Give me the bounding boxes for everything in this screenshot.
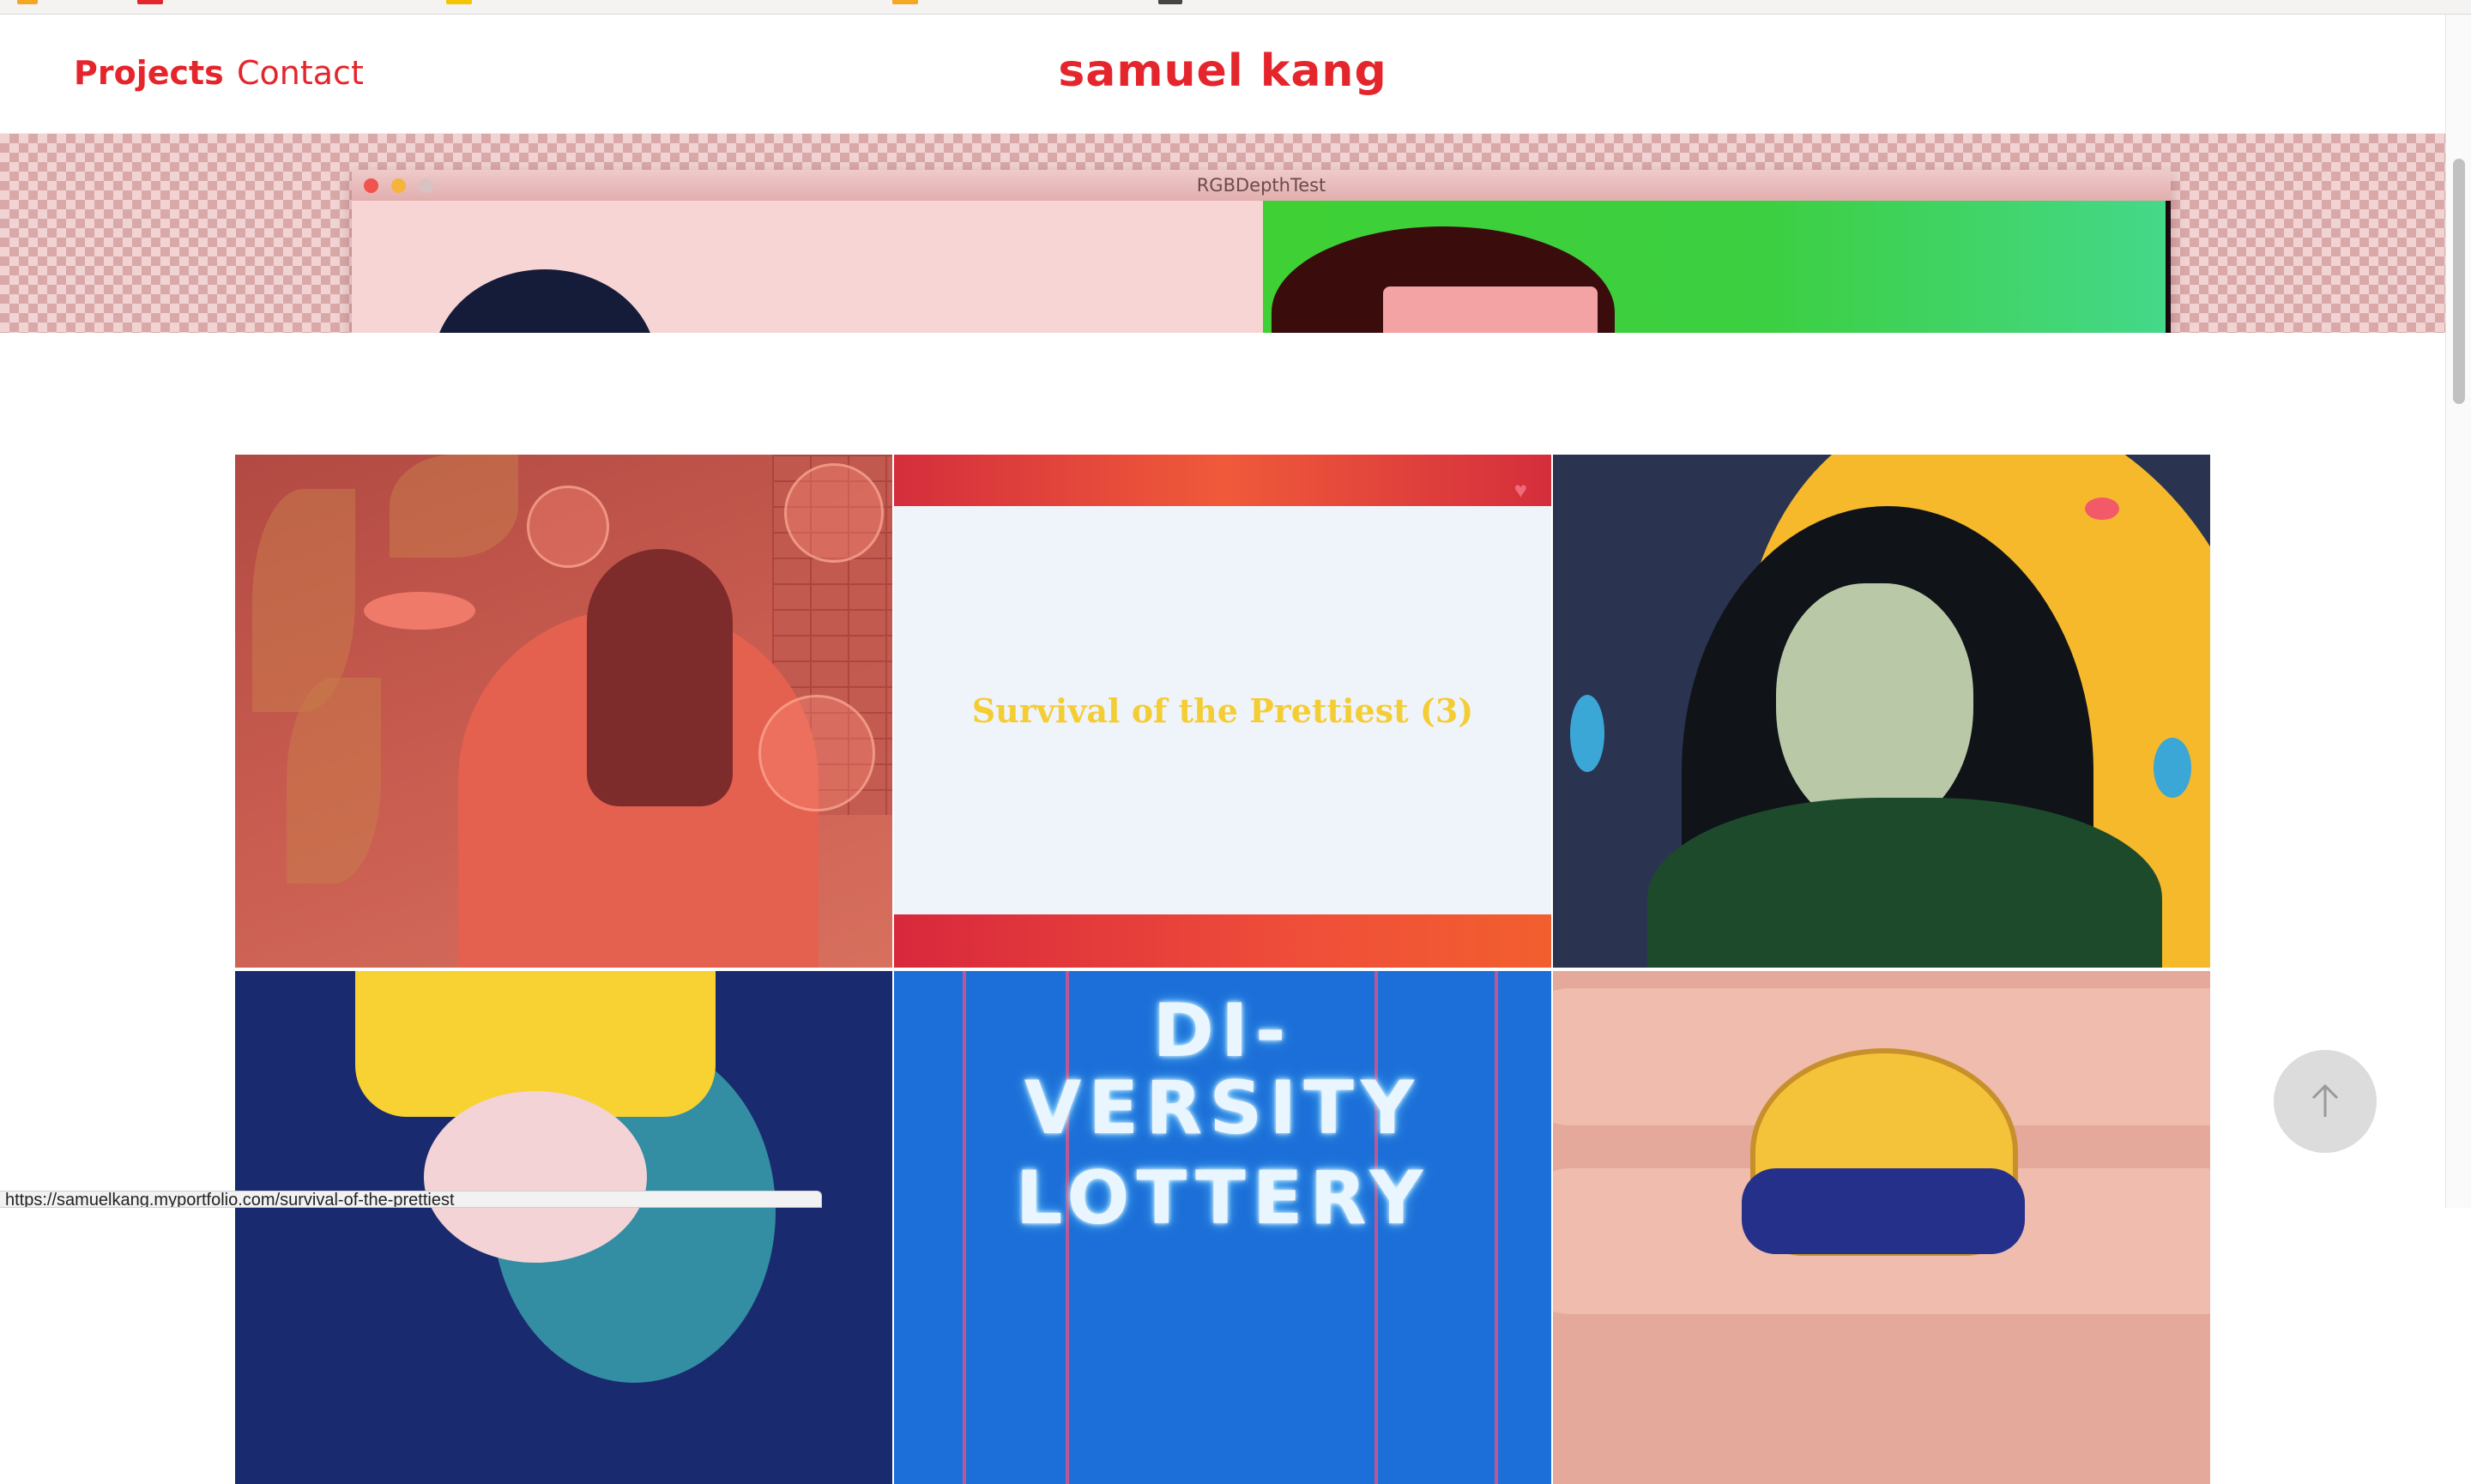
bubble-shape: [784, 463, 884, 563]
bubble-shape: [527, 486, 609, 568]
hero-right-pane: [1263, 201, 2171, 333]
leaf-shape: [287, 678, 381, 884]
window-title: RGBDepthTest: [1196, 175, 1326, 196]
hero-pane-edge: [2166, 201, 2171, 333]
hero-banner: RGBDepthTest: [0, 134, 2445, 333]
artwork-text: DI-: [1152, 988, 1293, 1074]
hero-app-window: RGBDepthTest: [352, 170, 2171, 333]
project-caption: Survival of the Prettiest (3): [971, 691, 1474, 730]
hero-head-shape: [433, 269, 656, 333]
project-tile-3[interactable]: [1553, 455, 2210, 968]
page-scrollbar[interactable]: [2445, 15, 2471, 1208]
bubble-shape: [758, 695, 875, 811]
project-tile-4[interactable]: [235, 971, 892, 1484]
pink-spot-shape: [2085, 498, 2119, 520]
hero-left-pane: [352, 201, 1263, 333]
blue-spot-shape: [1570, 695, 1604, 772]
site-title[interactable]: samuel kang: [0, 45, 2445, 97]
project-tile-1[interactable]: [235, 455, 892, 968]
arrow-up-icon: [2311, 1083, 2339, 1117]
figure-shape: [587, 549, 733, 806]
table-shape: [364, 592, 475, 630]
project-tile-2[interactable]: ♥ Survival of the Prettiest (3): [894, 455, 1551, 968]
scrollbar-thumb[interactable]: [2453, 159, 2465, 404]
site-header: Projects Contact samuel kang: [0, 15, 2445, 134]
blue-spot-shape: [2154, 738, 2191, 798]
project-tile-6[interactable]: [1553, 971, 2210, 1484]
heart-icon: ♥: [1513, 477, 1527, 503]
hoodie-shape: [1647, 798, 2162, 968]
artwork-text: LOTTERY: [1015, 1155, 1430, 1241]
leaf-shape: [390, 455, 518, 558]
tile-bottom-band: [894, 914, 1551, 968]
browser-top-strip: [0, 0, 2471, 15]
window-titlebar: RGBDepthTest: [352, 170, 2171, 202]
project-tile-5[interactable]: DI- VERSITY LOTTERY: [894, 971, 1551, 1484]
tile-hover-panel: Survival of the Prettiest (3): [894, 506, 1551, 914]
hero-face-shape: [1383, 287, 1598, 333]
tile-top-band: [894, 455, 1551, 506]
face-shape: [424, 1091, 647, 1263]
face-shape: [1776, 583, 1973, 832]
artwork-text: VERSITY: [1024, 1065, 1422, 1151]
enamel-pin-base-shape: [1742, 1168, 2025, 1254]
status-bar-url: https://samuelkang.myportfolio.com/survi…: [0, 1191, 822, 1208]
scroll-to-top-button[interactable]: [2274, 1050, 2377, 1153]
